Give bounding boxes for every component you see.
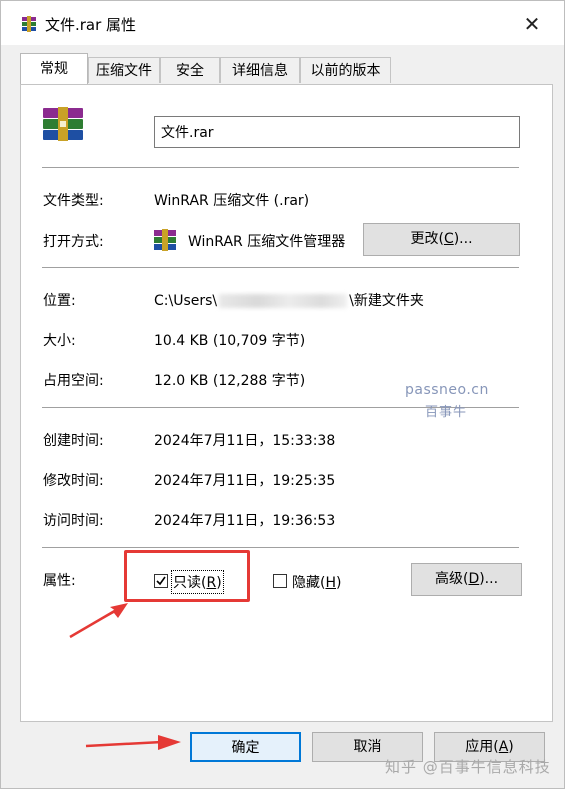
tab-details[interactable]: 详细信息 bbox=[220, 57, 300, 83]
type-label: 文件类型: bbox=[43, 193, 104, 209]
disk-size-value: 12.0 KB (12,288 字节) bbox=[154, 373, 306, 389]
separator bbox=[42, 167, 519, 168]
modified-label: 修改时间: bbox=[43, 473, 104, 489]
location-label: 位置: bbox=[43, 293, 76, 309]
winrar-file-icon bbox=[43, 107, 83, 141]
winrar-app-icon bbox=[154, 229, 176, 251]
properties-window: 文件.rar 属性 ✕ 常规 压缩文件 安全 详细信息 以前的版本 文件类型: … bbox=[0, 0, 565, 789]
advanced-button[interactable]: 高级(D)... bbox=[411, 563, 522, 596]
ok-button[interactable]: 确定 bbox=[190, 732, 301, 762]
close-button[interactable]: ✕ bbox=[517, 11, 547, 37]
tab-archive[interactable]: 压缩文件 bbox=[88, 57, 160, 83]
redacted-username bbox=[219, 294, 348, 308]
general-panel: 文件类型: WinRAR 压缩文件 (.rar) 打开方式: WinRAR 压缩… bbox=[20, 84, 553, 722]
accessed-value: 2024年7月11日，19:36:53 bbox=[154, 513, 336, 529]
open-with-value: WinRAR 压缩文件管理器 bbox=[188, 234, 346, 250]
file-name-input[interactable] bbox=[154, 116, 520, 148]
watermark-brand: 百事牛 bbox=[425, 405, 468, 420]
close-icon: ✕ bbox=[523, 12, 541, 36]
accessed-label: 访问时间: bbox=[43, 513, 104, 529]
tab-previous-versions[interactable]: 以前的版本 bbox=[300, 57, 391, 83]
hidden-label[interactable]: 隐藏(H) bbox=[292, 572, 341, 592]
open-with-label: 打开方式: bbox=[43, 234, 104, 250]
attributes-label: 属性: bbox=[43, 573, 76, 589]
created-label: 创建时间: bbox=[43, 433, 104, 449]
location-value: C:\Users\ \新建文件夹 bbox=[154, 293, 424, 309]
change-button[interactable]: 更改(C)... bbox=[363, 223, 520, 256]
footer-watermark: 知乎 @百事牛信息科技 bbox=[385, 758, 551, 776]
size-value: 10.4 KB (10,709 字节) bbox=[154, 333, 306, 349]
created-value: 2024年7月11日，15:33:38 bbox=[154, 433, 336, 449]
winrar-icon bbox=[22, 16, 36, 32]
tab-general[interactable]: 常规 bbox=[20, 53, 88, 84]
watermark-url: passneo.cn bbox=[405, 382, 489, 398]
title-bar: 文件.rar 属性 ✕ bbox=[1, 1, 564, 45]
window-title: 文件.rar 属性 bbox=[45, 16, 137, 34]
size-label: 大小: bbox=[43, 333, 76, 349]
type-value: WinRAR 压缩文件 (.rar) bbox=[154, 193, 310, 209]
annotation-highlight-box bbox=[124, 550, 250, 602]
separator bbox=[42, 267, 519, 268]
separator bbox=[42, 547, 519, 548]
disk-size-label: 占用空间: bbox=[43, 373, 104, 389]
tab-security[interactable]: 安全 bbox=[160, 57, 220, 83]
hidden-checkbox[interactable] bbox=[273, 574, 287, 588]
modified-value: 2024年7月11日，19:25:35 bbox=[154, 473, 336, 489]
